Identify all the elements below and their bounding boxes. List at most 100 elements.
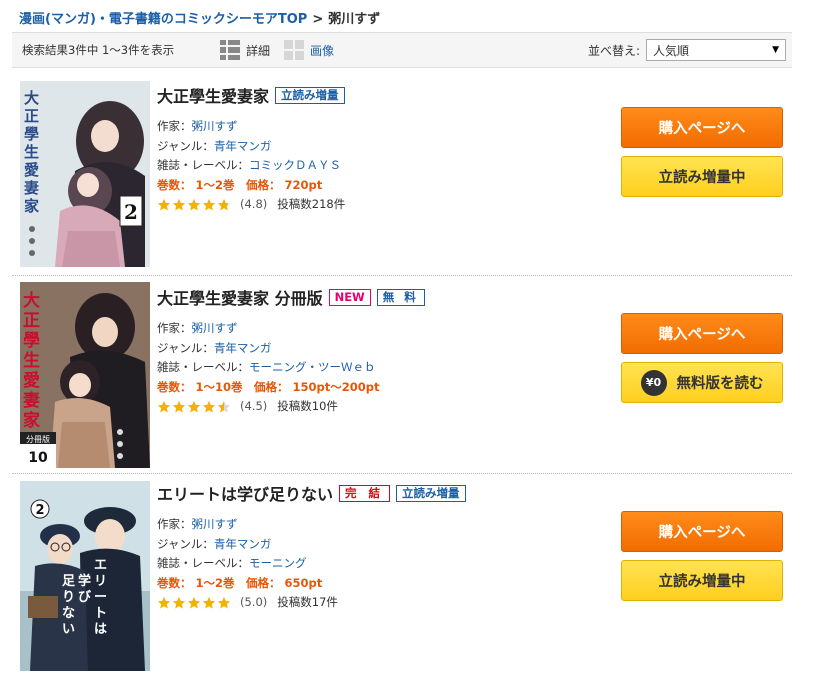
cover-art-3: エリートは 学び 足りない 2 — [20, 481, 150, 671]
svg-text:分冊版: 分冊版 — [26, 434, 50, 444]
svg-text:妻: 妻 — [24, 179, 39, 197]
magazine-label: 雑誌・レーベル： — [157, 556, 249, 570]
svg-text:足: 足 — [62, 574, 76, 589]
author-link[interactable]: 粥川すず — [192, 517, 238, 531]
svg-text:10: 10 — [28, 450, 48, 466]
tag-new: NEW — [328, 288, 371, 306]
svg-text:大: 大 — [23, 290, 40, 311]
result-count: 検索結果3件中 1〜3件を表示 — [22, 43, 175, 57]
star-icon — [202, 198, 216, 211]
magazine-link[interactable]: コミックＤＡＹＳ — [249, 158, 341, 172]
svg-text:學: 學 — [24, 125, 39, 143]
svg-text:い: い — [62, 622, 75, 637]
star-icon — [157, 596, 171, 609]
tachiyomi-button[interactable]: 立読み増量中 — [621, 560, 783, 601]
genre-link[interactable]: 青年マンガ — [214, 341, 272, 355]
magazine-link[interactable]: モーニング・ツーＷｅｂ — [249, 360, 376, 374]
yen-zero-icon: ¥0 — [640, 369, 667, 396]
star-rating-icon — [157, 596, 232, 610]
tachiyomi-button[interactable]: 立読み増量中 — [621, 156, 783, 197]
buy-page-button[interactable]: 購入ページへ — [621, 107, 783, 148]
svg-text:正: 正 — [23, 311, 40, 331]
svg-text:大: 大 — [24, 89, 39, 107]
result-item: 2 大正學生愛妻家 大正學生愛妻家 立読み増量 作家：粥川すず ジャンル：青年マ… — [12, 69, 792, 276]
magazine-label: 雑誌・レーベル： — [157, 158, 249, 172]
svg-text:生: 生 — [23, 350, 40, 371]
view-image-label: 画像 — [310, 43, 335, 58]
grid-view-icon — [284, 40, 305, 60]
star-icon — [217, 596, 231, 609]
svg-text:妻: 妻 — [23, 391, 40, 411]
star-icon — [187, 596, 201, 609]
rating-score: (4.8) — [240, 197, 268, 211]
item-actions: 購入ページへ ¥0 無料版を読む — [621, 313, 783, 403]
star-icon — [172, 400, 186, 413]
volumes-price: 巻数： 1〜2巻 価格： 720pt — [157, 177, 323, 192]
svg-text:學: 學 — [23, 331, 40, 351]
result-item: エリートは 学び 足りない 2 エリートは学び足りない 完 結 立読み増量 作家… — [12, 474, 792, 678]
book-cover[interactable]: 大正學生愛妻家 分冊版 10 — [20, 282, 150, 468]
svg-text:エ: エ — [94, 558, 107, 573]
star-icon — [172, 198, 186, 211]
genre-label: ジャンル： — [157, 138, 214, 153]
star-icon — [202, 596, 216, 609]
svg-text:リ: リ — [94, 574, 107, 589]
star-icon — [202, 400, 216, 413]
svg-text:生: 生 — [24, 143, 39, 161]
svg-text:愛: 愛 — [24, 161, 39, 179]
rating-score: (5.0) — [240, 595, 268, 609]
buy-page-button[interactable]: 購入ページへ — [621, 511, 783, 552]
item-title[interactable]: 大正學生愛妻家 分冊版 — [157, 285, 323, 309]
star-icon — [217, 198, 231, 211]
cover-art-1: 2 大正學生愛妻家 — [20, 81, 150, 267]
svg-text:り: り — [62, 590, 75, 605]
free-read-button[interactable]: ¥0 無料版を読む — [621, 362, 783, 403]
svg-text:2: 2 — [124, 200, 138, 224]
review-count[interactable]: 投稿数10件 — [277, 397, 338, 417]
breadcrumb-current: 粥川すず — [328, 12, 381, 27]
book-cover[interactable]: エリートは 学び 足りない 2 — [20, 481, 150, 671]
review-count[interactable]: 投稿数218件 — [277, 195, 345, 215]
view-detail-label: 詳細 — [246, 43, 271, 58]
svg-text:ー: ー — [94, 590, 107, 605]
view-detail-toggle[interactable]: 詳細 — [220, 40, 270, 60]
item-title[interactable]: エリートは学び足りない — [157, 481, 333, 505]
star-rating-icon — [157, 400, 232, 414]
star-icon — [187, 400, 201, 413]
star-icon — [157, 400, 171, 413]
svg-text:ト: ト — [94, 606, 107, 621]
magazine-link[interactable]: モーニング — [249, 556, 307, 570]
author-label: 作家： — [157, 119, 192, 133]
item-actions: 購入ページへ 立読み増量中 — [621, 107, 783, 197]
list-view-icon — [220, 40, 240, 60]
svg-text:学: 学 — [78, 573, 91, 589]
author-link[interactable]: 粥川すず — [192, 321, 238, 335]
buy-page-button[interactable]: 購入ページへ — [621, 313, 783, 354]
rating-score: (4.5) — [240, 399, 268, 413]
review-count[interactable]: 投稿数17件 — [277, 593, 338, 613]
results-toolbar: 検索結果3件中 1〜3件を表示 詳細 画像 並べ替え: 人気順 ▼ — [12, 32, 792, 68]
tag-completed: 完 結 — [339, 484, 391, 502]
item-title[interactable]: 大正學生愛妻家 — [157, 83, 269, 107]
sort-select[interactable]: 人気順 ▼ — [646, 39, 786, 61]
genre-link[interactable]: 青年マンガ — [214, 537, 272, 551]
sort-label: 並べ替え: — [587, 43, 640, 58]
rating: (4.8) 投稿数218件 — [157, 195, 597, 215]
svg-text:愛: 愛 — [23, 370, 40, 391]
genre-label: ジャンル： — [157, 536, 214, 551]
tag-free: 無 料 — [376, 288, 425, 306]
author-label: 作家： — [157, 517, 192, 531]
magazine-label: 雑誌・レーベル： — [157, 360, 249, 374]
breadcrumb: 漫画(マンガ)・電子書籍のコミックシーモアTOP > 粥川すず — [19, 8, 380, 27]
tag-tachiyomi: 立読み増量 — [396, 484, 466, 502]
caret-down-icon: ▼ — [772, 45, 779, 55]
author-link[interactable]: 粥川すず — [192, 119, 238, 133]
star-icon — [187, 198, 201, 211]
view-image-toggle[interactable]: 画像 — [284, 40, 334, 60]
svg-text:は: は — [94, 622, 107, 637]
book-cover[interactable]: 2 大正學生愛妻家 — [20, 81, 150, 267]
breadcrumb-top-link[interactable]: 漫画(マンガ)・電子書籍のコミックシーモアTOP — [19, 12, 307, 27]
genre-link[interactable]: 青年マンガ — [214, 139, 272, 153]
free-read-label: 無料版を読む — [676, 376, 764, 392]
breadcrumb-separator: > — [312, 12, 324, 27]
